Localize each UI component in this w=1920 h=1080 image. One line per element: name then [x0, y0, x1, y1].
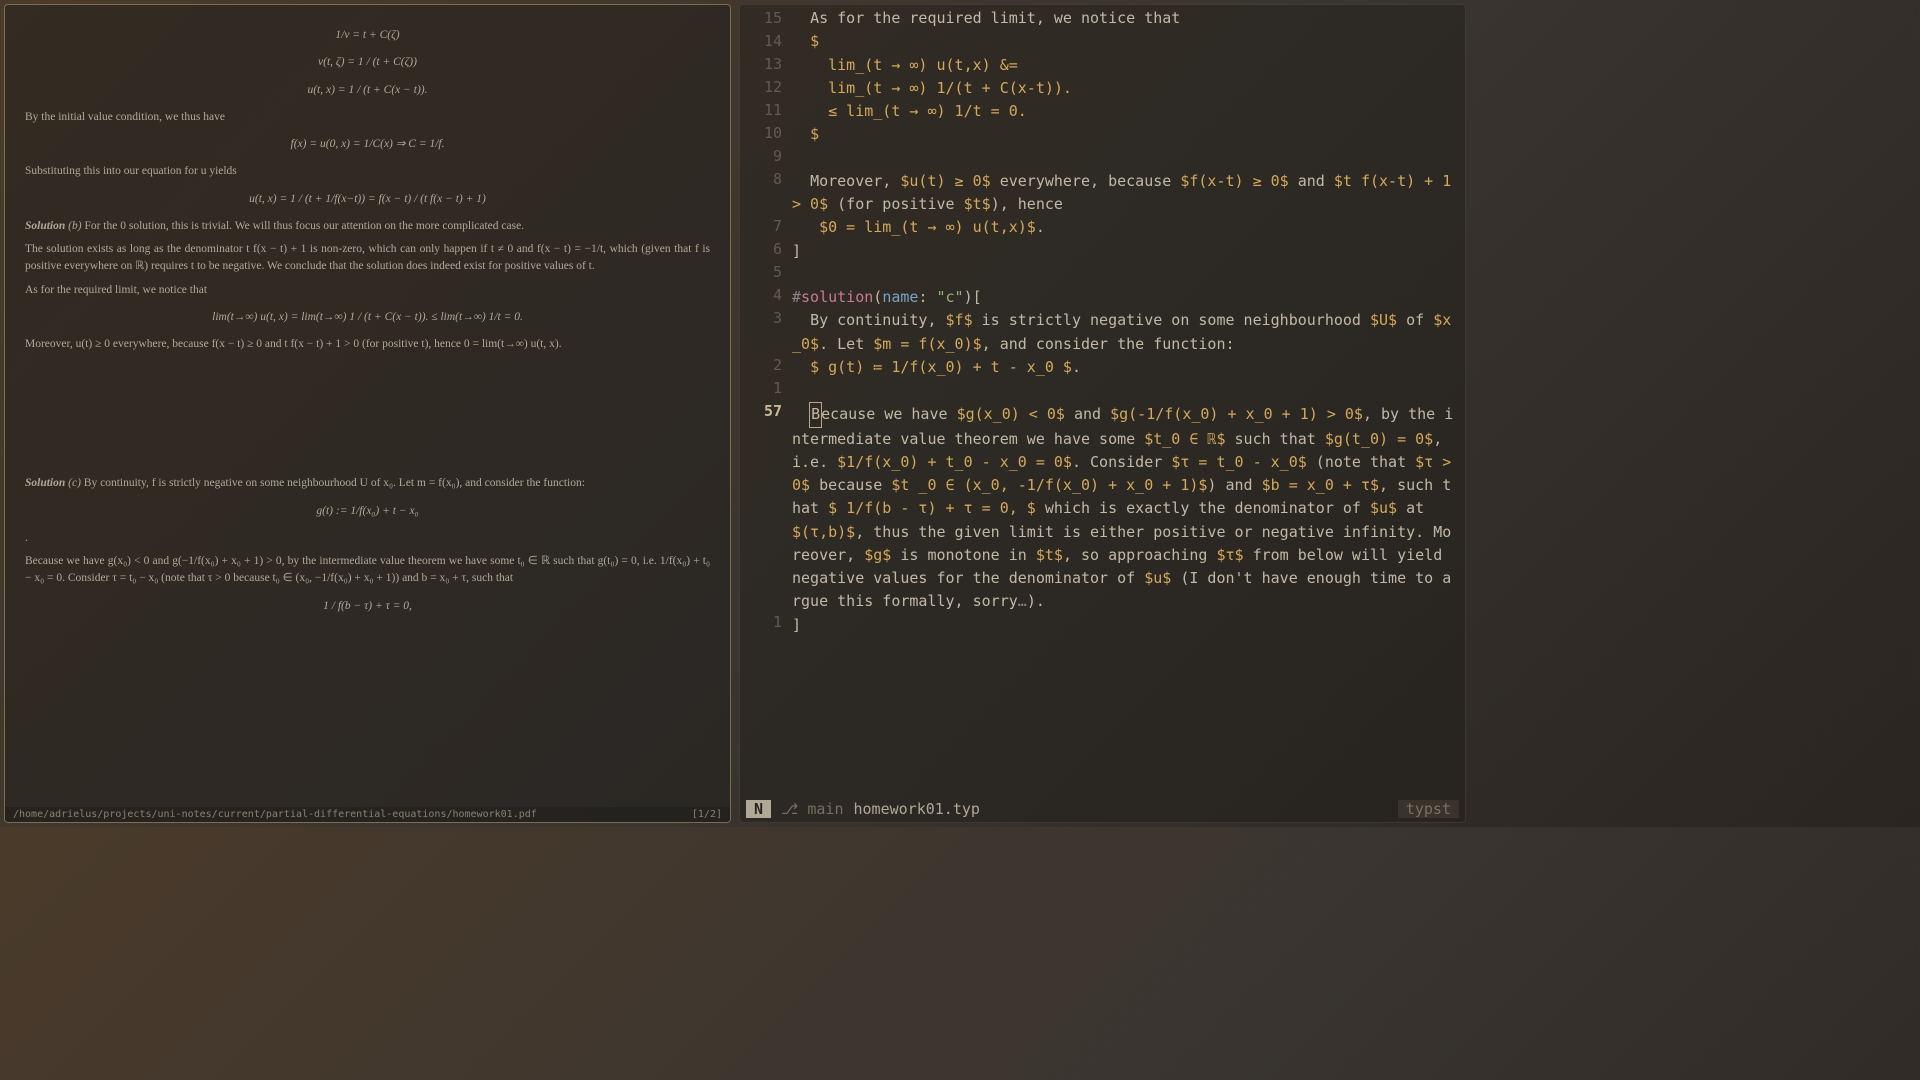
line-number: 2 [740, 354, 782, 377]
solution-text: By continuity, f is strictly negative on… [84, 477, 585, 489]
code-line[interactable] [792, 379, 1457, 402]
math-eq: u(t, x) = 1 / (t + C(x − t)). [25, 82, 710, 99]
pdf-para: By the initial value condition, we thus … [25, 109, 710, 126]
solution-c: Solution (c) By continuity, f is strictl… [25, 475, 710, 492]
line-number: 8 [740, 168, 782, 215]
line-number: 13 [740, 53, 782, 76]
solution-label: (b) [68, 220, 81, 232]
line-number: 1 [740, 611, 782, 634]
filename: homework01.typ [853, 800, 979, 818]
line-number: 57 [740, 400, 782, 611]
pdf-statusbar: /home/adrielus/projects/uni-notes/curren… [5, 807, 730, 822]
pdf-preview-pane[interactable]: 1/v = t + C(ζ) v(t, ζ) = 1 / (t + C(ζ)) … [4, 4, 731, 823]
git-branch: ⎇ main [781, 800, 843, 818]
code-line[interactable] [792, 263, 1457, 286]
editor-content[interactable]: 151413121110987654321571 As for the requ… [740, 5, 1465, 798]
solution-head: Solution [25, 477, 65, 489]
line-number: 14 [740, 30, 782, 53]
math-eq: v(t, ζ) = 1 / (t + C(ζ)) [25, 54, 710, 71]
editor-pane[interactable]: 151413121110987654321571 As for the requ… [739, 4, 1466, 823]
code-line[interactable] [792, 147, 1457, 170]
line-number: 7 [740, 215, 782, 238]
pdf-para: Substituting this into our equation for … [25, 163, 710, 180]
code-line[interactable]: Because we have $g(x_0) < 0$ and $g(-1/f… [792, 402, 1457, 613]
solution-label: (c) [68, 477, 81, 489]
line-number: 3 [740, 307, 782, 354]
pdf-para: As for the required limit, we notice tha… [25, 282, 710, 299]
pdf-para: The solution exists as long as the denom… [25, 241, 710, 276]
solution-b: Solution (b) For the 0 solution, this is… [25, 218, 710, 235]
line-number: 9 [740, 145, 782, 168]
code-line[interactable]: $ [792, 123, 1457, 146]
pdf-para: . [25, 530, 710, 547]
line-number: 15 [740, 7, 782, 30]
code-line[interactable]: #solution(name: "c")[ [792, 286, 1457, 309]
code-line[interactable]: ] [792, 240, 1457, 263]
code-line[interactable]: As for the required limit, we notice tha… [792, 7, 1457, 30]
code-area[interactable]: As for the required limit, we notice tha… [792, 7, 1465, 798]
code-line[interactable]: By continuity, $f$ is strictly negative … [792, 309, 1457, 356]
line-number: 11 [740, 99, 782, 122]
line-number: 5 [740, 261, 782, 284]
line-number: 6 [740, 238, 782, 261]
code-line[interactable]: lim_(t → ∞) u(t,x) &= [792, 54, 1457, 77]
line-number-gutter: 151413121110987654321571 [740, 7, 792, 798]
solution-text: For the 0 solution, this is trivial. We … [84, 220, 524, 232]
pdf-content[interactable]: 1/v = t + C(ζ) v(t, ζ) = 1 / (t + C(ζ)) … [5, 5, 730, 807]
code-line[interactable]: $ g(t) ≔ 1/f(x_0) + t - x_0 $. [792, 356, 1457, 379]
solution-head: Solution [25, 220, 65, 232]
math-eq: f(x) = u(0, x) = 1/C(x) ⇒ C = 1/f. [25, 136, 710, 153]
line-number: 4 [740, 284, 782, 307]
filetype-indicator: typst [1398, 800, 1459, 818]
pdf-page-indicator: [1/2] [692, 809, 722, 820]
split-container: 1/v = t + C(ζ) v(t, ζ) = 1 / (t + C(ζ)) … [0, 0, 1470, 827]
vim-mode-indicator: N [746, 800, 771, 818]
code-line[interactable]: ≤ lim_(t → ∞) 1/t = 0. [792, 100, 1457, 123]
math-eq: lim(t→∞) u(t, x) = lim(t→∞) 1 / (t + C(x… [25, 309, 710, 326]
math-eq: 1 / f(b − τ) + τ = 0, [25, 598, 710, 615]
editor-statusbar: N ⎇ main homework01.typ typst [740, 798, 1465, 822]
math-eq: u(t, x) = 1 / (t + 1/f(x−t)) = f(x − t) … [25, 191, 710, 208]
line-number: 10 [740, 122, 782, 145]
code-line[interactable]: ] [792, 614, 1457, 637]
code-line[interactable]: $0 = lim_(t → ∞) u(t,x)$. [792, 216, 1457, 239]
line-number: 1 [740, 377, 782, 400]
pdf-path: /home/adrielus/projects/uni-notes/curren… [13, 809, 537, 820]
branch-name: main [807, 800, 843, 818]
code-line[interactable]: Moreover, $u(t) ≥ 0$ everywhere, because… [792, 170, 1457, 217]
pdf-para: Moreover, u(t) ≥ 0 everywhere, because f… [25, 336, 710, 353]
code-line[interactable]: $ [792, 30, 1457, 53]
line-number: 12 [740, 76, 782, 99]
math-eq: g(t) := 1/f(x₀) + t − x₀ [25, 503, 710, 520]
pdf-para: Because we have g(x₀) < 0 and g(−1/f(x₀)… [25, 553, 710, 588]
branch-icon: ⎇ [781, 800, 798, 818]
code-line[interactable]: lim_(t → ∞) 1/(t + C(x-t)). [792, 77, 1457, 100]
math-eq: 1/v = t + C(ζ) [25, 27, 710, 44]
